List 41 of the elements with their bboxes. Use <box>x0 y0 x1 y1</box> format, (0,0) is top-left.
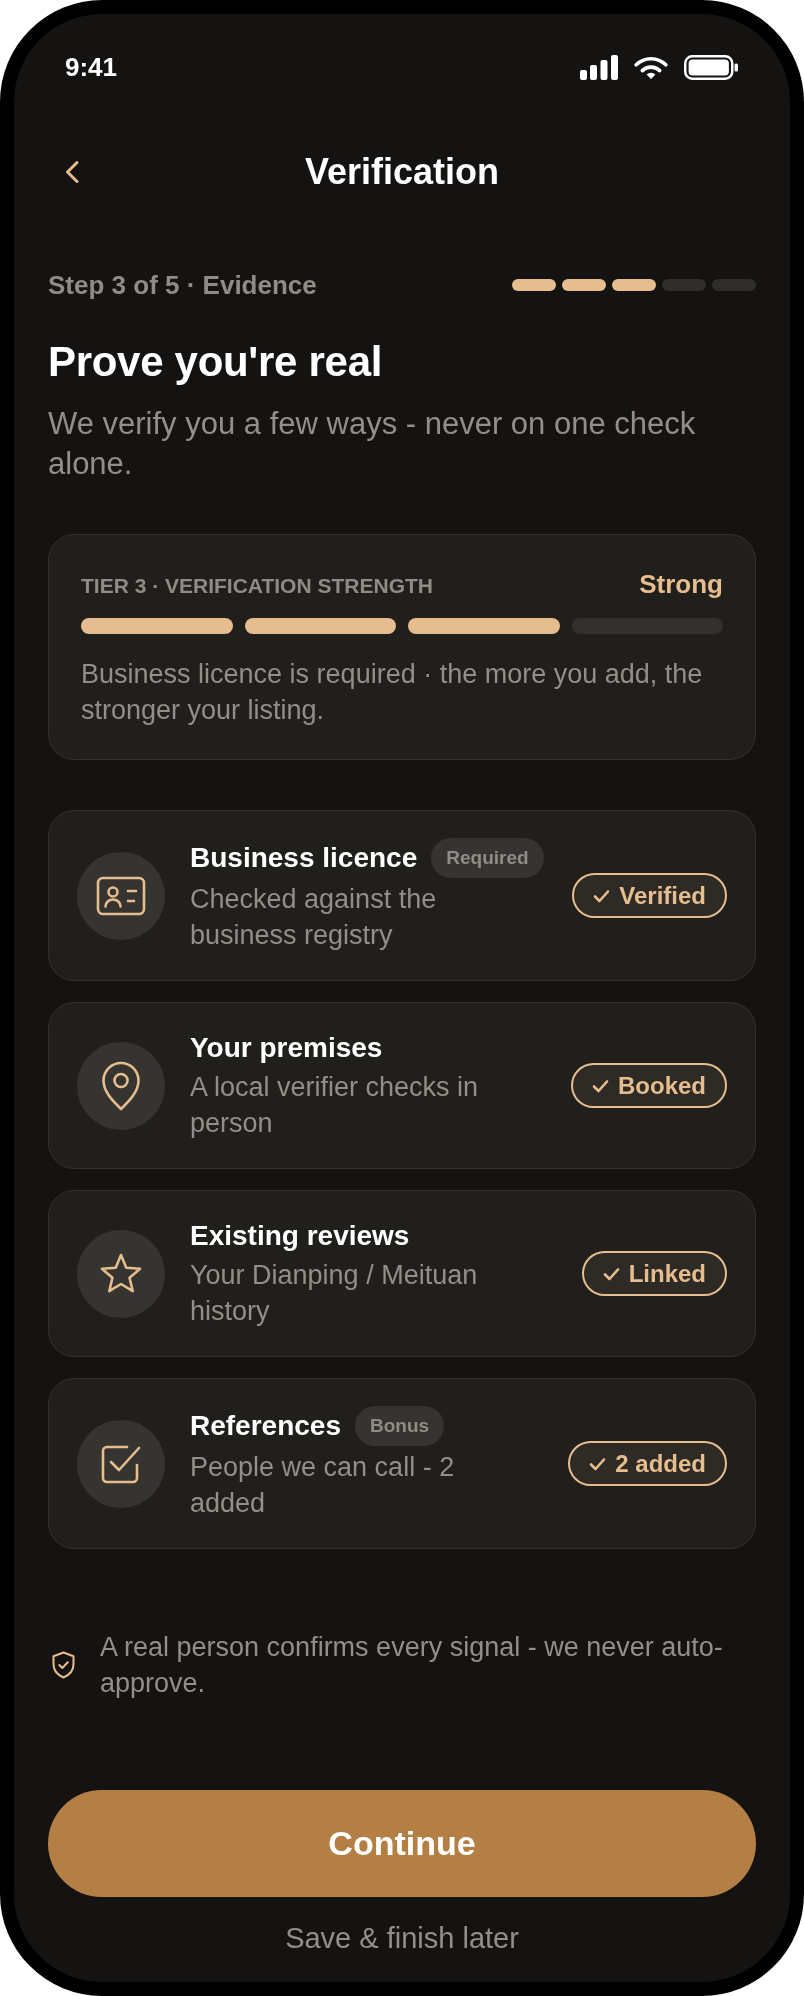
strength-label: TIER 3 · VERIFICATION STRENGTH <box>81 573 433 599</box>
evidence-title: Your premises <box>190 1031 383 1065</box>
wifi-icon <box>634 54 668 80</box>
evidence-title: Existing reviews <box>190 1219 410 1253</box>
status-text: 2 added <box>615 1449 706 1478</box>
shield-check-icon <box>51 1651 76 1679</box>
evidence-description: Checked against the business registry <box>190 883 438 952</box>
checkbox-icon <box>77 1419 165 1508</box>
check-icon <box>602 1266 620 1281</box>
check-icon <box>593 888 611 903</box>
evidence-title: Business licence <box>190 841 418 875</box>
evidence-description: A local verifier checks in person <box>190 1071 480 1140</box>
reassurance-note: A real person confirms every signal - we never auto-approve. <box>100 1631 724 1700</box>
strength-rating: Strong <box>639 568 723 600</box>
strength-note: Business licence is required · the more you add, the stronger your listing. <box>81 658 704 727</box>
check-icon <box>589 1456 607 1471</box>
evidence-description: People we can call - 2 added <box>190 1451 456 1520</box>
step-label: Step 3 of 5 · Evidence <box>48 269 317 301</box>
back-button[interactable] <box>64 160 80 184</box>
save-later-link[interactable]: Save & finish later <box>285 1920 519 1956</box>
evidence-card[interactable]: Business licence Required Checked against the business registry Verified <box>48 810 756 981</box>
map-pin-icon <box>77 1041 165 1130</box>
signal-icon <box>580 54 618 80</box>
evidence-card[interactable]: Existing reviews Your Dianping / Meituan history Linked <box>48 1190 756 1357</box>
status-text: Verified <box>619 881 706 910</box>
page-subtitle: We verify you a few ways - never on one check alone. <box>48 405 697 483</box>
id-card-icon <box>77 851 165 940</box>
screen-title: Verification <box>304 150 500 194</box>
evidence-card[interactable]: Your premises A local verifier checks in person Booked <box>48 1002 756 1169</box>
status-time: 9:41 <box>65 51 118 84</box>
evidence-tag: Required <box>431 838 544 878</box>
evidence-tag: Bonus <box>355 1406 445 1446</box>
evidence-description: Your Dianping / Meituan history <box>190 1259 479 1328</box>
check-icon <box>592 1078 609 1093</box>
page-heading: Prove you're real <box>48 337 384 387</box>
back-icon <box>64 160 80 184</box>
evidence-title: References <box>190 1409 341 1443</box>
status-text: Linked <box>628 1259 706 1288</box>
status-text: Booked <box>618 1071 706 1100</box>
battery-icon <box>684 54 738 80</box>
evidence-card[interactable]: References Bonus People we can call - 2 added 2 added <box>48 1378 756 1549</box>
